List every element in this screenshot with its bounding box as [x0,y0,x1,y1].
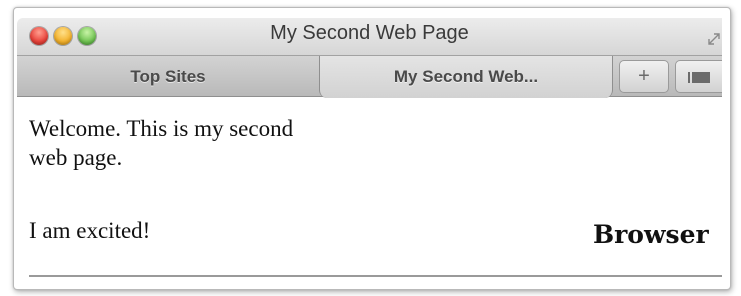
title-bar: My Second Web Page [17,18,722,55]
page-content: Welcome. This is my second web page. I a… [17,98,722,280]
browser-caption: Browser [593,220,709,249]
excited-text: I am excited! [29,218,151,243]
tab-current-page[interactable]: My Second Web... [319,56,613,98]
tab-list-button[interactable] [675,60,722,93]
welcome-text: Welcome. This is my second web page. [29,116,294,170]
horizontal-rule [29,275,722,277]
tab-top-sites[interactable]: Top Sites [17,56,319,97]
new-tab-button[interactable]: + [619,60,669,93]
plus-icon: + [638,65,650,87]
fullscreen-icon[interactable] [708,33,720,45]
window-title: My Second Web Page [270,22,469,44]
tab-bar: Top Sites My Second Web... + [17,55,722,98]
tab-list-icon [688,72,710,83]
